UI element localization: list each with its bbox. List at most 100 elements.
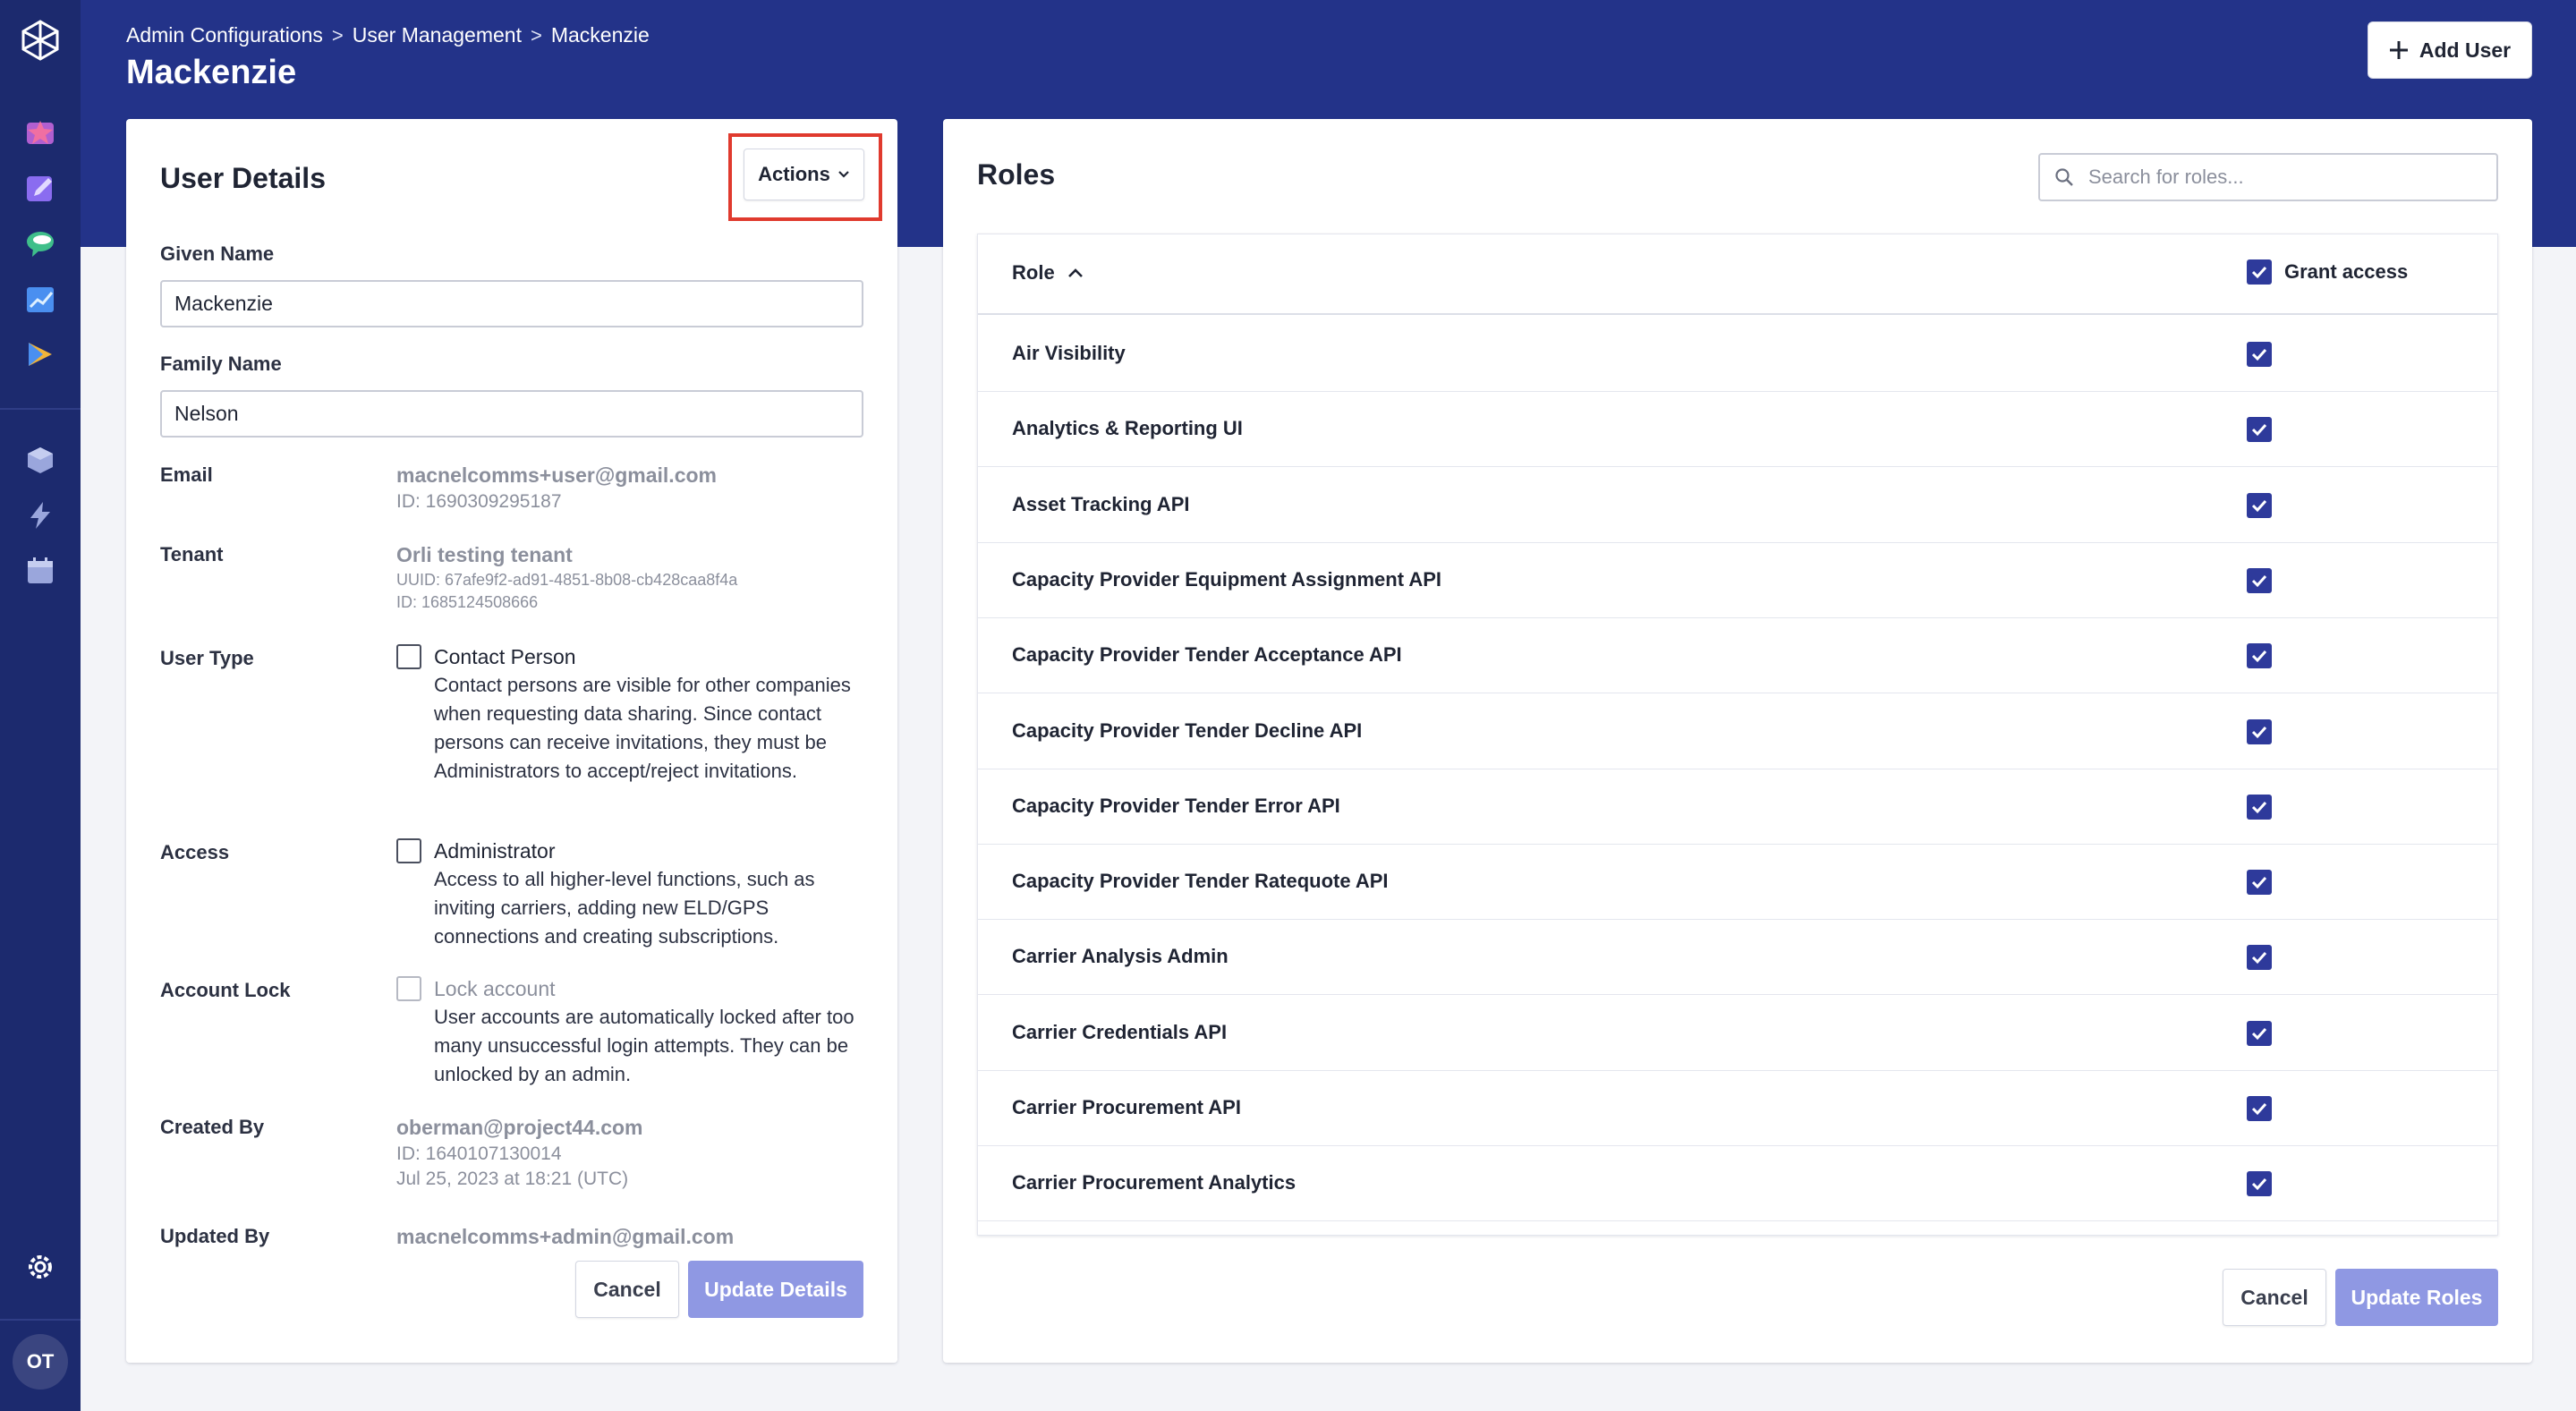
role-name: Carrier Procurement API bbox=[1012, 1096, 1241, 1118]
grant-access-checkbox[interactable] bbox=[2247, 1171, 2272, 1197]
box-icon[interactable] bbox=[24, 444, 56, 476]
roles-table: Role Grant access Air Visibility Analytic… bbox=[977, 234, 2498, 1236]
created-by-value: oberman@project44.com bbox=[396, 1116, 643, 1139]
update-roles-button[interactable]: Update Roles bbox=[2335, 1269, 2498, 1326]
user-details-card: User Details Actions Given Name Family N… bbox=[126, 119, 897, 1363]
rail-divider bbox=[0, 1319, 81, 1321]
family-name-input[interactable] bbox=[160, 390, 863, 438]
role-name: Air Visibility bbox=[1012, 342, 1126, 364]
grant-access-checkbox[interactable] bbox=[2247, 492, 2272, 518]
role-row: Capacity Provider Tender Ratequote API bbox=[978, 845, 2497, 921]
check-icon bbox=[2251, 650, 2267, 663]
role-row: Carrier Procurement Analytics bbox=[978, 1146, 2497, 1222]
grant-access-checkbox[interactable] bbox=[2247, 870, 2272, 896]
grant-access-checkbox[interactable] bbox=[2247, 718, 2272, 744]
chart-app-icon[interactable] bbox=[24, 283, 56, 315]
grant-access-checkbox[interactable] bbox=[2247, 1020, 2272, 1046]
actions-label: Actions bbox=[758, 163, 830, 185]
grant-access-checkbox[interactable] bbox=[2247, 643, 2272, 669]
role-name: Asset Tracking API bbox=[1012, 492, 1190, 515]
check-icon bbox=[2251, 726, 2267, 738]
role-name: Carrier Analysis Admin bbox=[1012, 945, 1228, 968]
breadcrumb-user-management[interactable]: User Management bbox=[353, 23, 522, 47]
pencil-app-icon[interactable] bbox=[24, 172, 56, 204]
add-user-label: Add User bbox=[2419, 38, 2512, 62]
family-name-label: Family Name bbox=[160, 353, 282, 375]
grant-access-checkbox[interactable] bbox=[2247, 567, 2272, 593]
check-icon bbox=[2251, 1178, 2267, 1191]
check-icon bbox=[2251, 266, 2267, 279]
role-name: Capacity Provider Equipment Assignment A… bbox=[1012, 567, 1442, 591]
grant-access-header: Grant access bbox=[2247, 259, 2408, 285]
email-id: ID: 1690309295187 bbox=[396, 491, 562, 512]
administrator-label: Administrator bbox=[434, 838, 556, 863]
calendar-icon[interactable] bbox=[24, 555, 56, 587]
logo-hex-icon[interactable] bbox=[20, 20, 61, 61]
check-icon bbox=[2251, 1027, 2267, 1040]
role-name: Capacity Provider Tender Acceptance API bbox=[1012, 643, 1402, 667]
role-row: Capacity Provider Tender Decline API bbox=[978, 694, 2497, 769]
account-lock-label: Account Lock bbox=[160, 979, 291, 1001]
created-by-value-group: oberman@project44.com ID: 1640107130014 … bbox=[396, 1116, 643, 1190]
gear-icon[interactable] bbox=[24, 1251, 56, 1283]
chat-app-icon[interactable] bbox=[24, 227, 56, 259]
grant-access-checkbox[interactable] bbox=[2247, 945, 2272, 971]
cancel-roles-button[interactable]: Cancel bbox=[2223, 1269, 2326, 1326]
role-row: Capacity Provider Equipment Assignment A… bbox=[978, 543, 2497, 618]
actions-dropdown-button[interactable]: Actions bbox=[744, 149, 864, 200]
check-icon bbox=[2251, 348, 2267, 361]
check-icon bbox=[2251, 801, 2267, 813]
add-user-button[interactable]: Add User bbox=[2368, 21, 2532, 79]
rail-divider bbox=[0, 408, 81, 410]
contact-person-checkbox[interactable] bbox=[396, 644, 421, 669]
grant-access-checkbox[interactable] bbox=[2247, 794, 2272, 820]
administrator-checkbox[interactable] bbox=[396, 838, 421, 863]
role-name: Carrier Credentials API bbox=[1012, 1020, 1228, 1043]
user-avatar[interactable]: OT bbox=[13, 1334, 68, 1390]
role-column-header[interactable]: Role bbox=[1012, 261, 1084, 285]
roles-card: Roles Role Grant access Air Visibility An… bbox=[943, 119, 2532, 1363]
contact-person-description: Contact persons are visible for other co… bbox=[434, 674, 851, 782]
search-icon bbox=[2055, 168, 2073, 186]
breadcrumb-admin-configurations[interactable]: Admin Configurations bbox=[126, 23, 323, 47]
breadcrumb-separator: > bbox=[331, 23, 344, 47]
roles-search-box bbox=[2038, 153, 2498, 201]
tenant-value-group: Orli testing tenant UUID: 67afe9f2-ad91-… bbox=[396, 543, 737, 612]
updated-by-value: macnelcomms+admin@gmail.com bbox=[396, 1225, 735, 1248]
check-icon bbox=[2251, 877, 2267, 889]
breadcrumb: Admin Configurations > User Management >… bbox=[126, 23, 650, 47]
cancel-details-button[interactable]: Cancel bbox=[575, 1261, 679, 1318]
created-by-label: Created By bbox=[160, 1116, 265, 1138]
grant-all-checkbox[interactable] bbox=[2247, 259, 2272, 285]
sort-ascending-icon bbox=[1067, 268, 1083, 277]
role-row: Carrier Procurement API bbox=[978, 1071, 2497, 1146]
roles-search-input[interactable] bbox=[2088, 166, 2482, 189]
role-column-label: Role bbox=[1012, 261, 1055, 284]
role-name: Capacity Provider Tender Ratequote API bbox=[1012, 870, 1389, 893]
user-type-label: User Type bbox=[160, 647, 254, 669]
role-row: Analytics & Reporting UI bbox=[978, 392, 2497, 468]
grant-access-checkbox[interactable] bbox=[2247, 342, 2272, 367]
contact-person-label: Contact Person bbox=[434, 644, 576, 668]
bolt-icon[interactable] bbox=[24, 499, 56, 531]
plus-icon bbox=[2389, 41, 2408, 59]
role-name: Analytics & Reporting UI bbox=[1012, 417, 1243, 440]
contact-person-option: Contact Person Contact persons are visib… bbox=[396, 644, 862, 786]
given-name-input[interactable] bbox=[160, 280, 863, 327]
role-row: Asset Tracking API bbox=[978, 468, 2497, 543]
role-row: Carrier Credentials API bbox=[978, 996, 2497, 1071]
chevron-down-icon bbox=[838, 171, 849, 178]
flag-app-icon[interactable] bbox=[24, 338, 56, 370]
breadcrumb-current: Mackenzie bbox=[550, 23, 650, 47]
lock-account-checkbox[interactable] bbox=[396, 976, 421, 1001]
left-navigation-rail: OT bbox=[0, 0, 81, 1411]
role-row: Carrier Analysis Admin bbox=[978, 920, 2497, 996]
given-name-label: Given Name bbox=[160, 242, 275, 265]
star-app-icon[interactable] bbox=[24, 116, 56, 149]
update-details-button[interactable]: Update Details bbox=[688, 1261, 863, 1318]
email-label: Email bbox=[160, 463, 213, 486]
created-by-date: Jul 25, 2023 at 18:21 (UTC) bbox=[396, 1169, 629, 1189]
grant-access-checkbox[interactable] bbox=[2247, 1096, 2272, 1121]
check-icon bbox=[2251, 574, 2267, 588]
grant-access-checkbox[interactable] bbox=[2247, 417, 2272, 443]
